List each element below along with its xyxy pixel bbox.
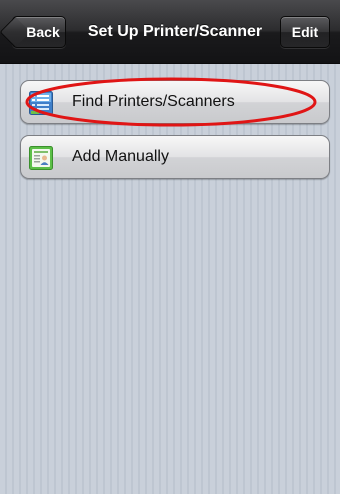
find-printers-icon bbox=[29, 91, 53, 115]
add-manually-label: Add Manually bbox=[72, 148, 169, 165]
app-screen: Back Set Up Printer/Scanner Edit Find Pr… bbox=[0, 0, 340, 494]
back-button-label: Back bbox=[26, 24, 60, 40]
add-manually-button[interactable]: Add Manually bbox=[20, 135, 330, 179]
add-manually-icon bbox=[29, 146, 53, 170]
navigation-bar: Back Set Up Printer/Scanner Edit bbox=[0, 0, 340, 64]
edit-button[interactable]: Edit bbox=[280, 16, 330, 48]
back-button[interactable]: Back bbox=[12, 16, 66, 48]
find-printers-scanners-label: Find Printers/Scanners bbox=[72, 93, 235, 110]
find-printers-scanners-button[interactable]: Find Printers/Scanners bbox=[20, 80, 330, 124]
page-title: Set Up Printer/Scanner bbox=[87, 23, 263, 40]
